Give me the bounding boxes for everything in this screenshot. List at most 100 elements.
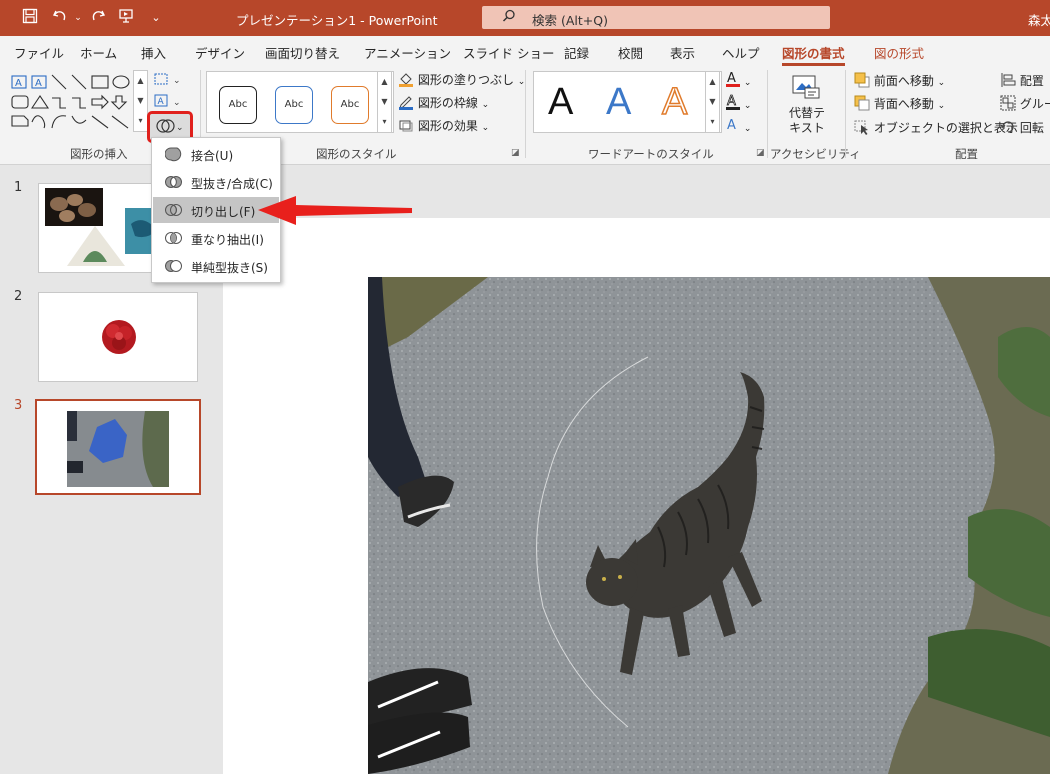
tab-animations[interactable]: アニメーション [364, 43, 451, 62]
tab-view[interactable]: 表示 [670, 43, 695, 62]
shape-outline-button[interactable]: 図形の枠線 ⌄ [398, 94, 489, 114]
slide-thumbnail-3[interactable] [35, 399, 201, 495]
menu-item-intersect-label: 重なり抽出(I) [191, 233, 264, 247]
text-outline-button[interactable]: A ⌄ [725, 93, 751, 113]
svg-text:A: A [727, 71, 736, 86]
tab-home[interactable]: ホーム [80, 43, 117, 62]
shape-style-gallery[interactable]: Abc Abc Abc [206, 71, 394, 133]
tab-help[interactable]: ヘルプ [722, 43, 760, 62]
customize-toolbar-icon[interactable]: ⌄ [146, 8, 166, 28]
user-name[interactable]: 森太 [1028, 10, 1050, 29]
svg-text:⌄: ⌄ [173, 76, 181, 86]
scroll-down-icon[interactable]: ▼ [134, 91, 147, 111]
scroll-up-icon[interactable]: ▲ [378, 72, 391, 92]
scroll-down-icon[interactable]: ▼ [378, 92, 391, 112]
scroll-up-icon[interactable]: ▲ [706, 72, 719, 92]
slide-thumbnail-2[interactable] [38, 292, 198, 382]
shape-gallery-scroll[interactable]: ▲ ▼ ▾ [133, 70, 148, 132]
redo-icon[interactable] [88, 8, 108, 28]
slide-number: 2 [14, 289, 23, 304]
send-backward-label: 背面へ移動 [873, 97, 934, 111]
fragment-icon [165, 202, 183, 218]
rotate-icon [1000, 119, 1016, 135]
align-button[interactable]: 配置 [1000, 72, 1044, 92]
send-backward-icon [854, 95, 870, 111]
group-separator [845, 70, 846, 158]
text-effects-button[interactable]: A ⌄ [725, 116, 751, 136]
text-fill-icon: A [725, 70, 741, 88]
wordart-gallery[interactable]: A A A [533, 71, 722, 133]
bring-forward-icon [854, 72, 870, 88]
title-bar: ⌄ ⌄ プレゼンテーション1 - PowerPoint 検索 (Alt+Q) 森… [0, 0, 1050, 36]
dialog-launcher-icon[interactable]: ◪ [756, 148, 765, 158]
menu-item-combine[interactable]: 型抜き/合成(C) [153, 169, 279, 195]
tab-record[interactable]: 記録 [564, 43, 589, 62]
style-thumb-blue[interactable]: Abc [275, 86, 313, 124]
alt-text-button[interactable]: 代替テ キスト [783, 72, 827, 144]
text-outline-icon: A [725, 93, 741, 111]
tab-slideshow[interactable]: スライド ショー [463, 43, 554, 62]
undo-dropdown-icon[interactable]: ⌄ [68, 8, 88, 28]
tab-shape-format[interactable]: 図形の書式 [782, 43, 845, 66]
search-input[interactable]: 検索 (Alt+Q) [482, 6, 830, 29]
wordart-gallery-scroll[interactable]: ▲ ▼ ▾ [705, 71, 720, 133]
present-icon[interactable] [116, 8, 136, 28]
tab-insert[interactable]: 挿入 [141, 43, 166, 62]
selection-pane-label: オブジェクトの選択と表示 [873, 121, 1018, 135]
union-icon [164, 146, 183, 162]
group-label-arrange: 配置 [955, 147, 978, 161]
shape-fill-button[interactable]: 図形の塗りつぶし ⌄ [398, 71, 525, 91]
bring-forward-label: 前面へ移動 [873, 74, 934, 88]
align-icon [1000, 72, 1016, 88]
wordart-black[interactable]: A [548, 80, 573, 124]
style-gallery-scroll[interactable]: ▲ ▼ ▾ [377, 71, 392, 133]
tab-transitions[interactable]: 画面切り替え [265, 43, 340, 62]
text-effects-icon: A [725, 116, 741, 134]
menu-item-subtract-label: 単純型抜き(S) [191, 261, 268, 275]
svg-text:⌄: ⌄ [173, 98, 181, 108]
tab-file[interactable]: ファイル [14, 43, 64, 62]
rotate-button[interactable]: 回転 [1000, 119, 1044, 139]
wordart-orange-outline[interactable]: A [661, 80, 688, 124]
scroll-up-icon[interactable]: ▲ [134, 71, 147, 91]
gallery-more-icon[interactable]: ▾ [378, 112, 391, 132]
svg-text:A: A [727, 94, 736, 109]
send-backward-button[interactable]: 背面へ移動 ⌄ [854, 95, 945, 115]
wordart-blue[interactable]: A [606, 80, 631, 124]
shape-effects-button[interactable]: 図形の効果 ⌄ [398, 117, 489, 137]
shape-outline-label: 図形の枠線 [417, 96, 478, 110]
shape-fill-label: 図形の塗りつぶし [417, 73, 514, 87]
dialog-launcher-icon[interactable]: ◪ [511, 148, 520, 158]
gallery-more-icon[interactable]: ▾ [706, 112, 719, 132]
menu-item-union-label: 接合(U) [191, 149, 234, 163]
text-fill-button[interactable]: A ⌄ [725, 70, 751, 90]
search-icon [502, 9, 516, 27]
effects-icon [398, 117, 414, 133]
menu-item-subtract[interactable]: 単純型抜き(S) [153, 253, 279, 279]
scroll-down-icon[interactable]: ▼ [706, 92, 719, 112]
svg-text:A: A [158, 97, 165, 107]
group-icon [1000, 95, 1016, 111]
style-thumb-orange[interactable]: Abc [331, 86, 369, 124]
group-separator [525, 70, 526, 158]
edit-shape-button[interactable]: ⌄ [153, 72, 183, 92]
style-thumb-black[interactable]: Abc [219, 86, 257, 124]
bring-forward-button[interactable]: 前面へ移動 ⌄ [854, 72, 945, 92]
cat-photo-image [368, 277, 1050, 774]
tab-design[interactable]: デザイン [195, 43, 245, 62]
tab-picture-format[interactable]: 図の形式 [874, 43, 924, 62]
tab-review[interactable]: 校閲 [618, 43, 643, 62]
gallery-more-icon[interactable]: ▾ [134, 111, 147, 131]
undo-icon[interactable] [50, 8, 70, 28]
shape-gallery-icons: A A [11, 74, 130, 129]
shape-gallery[interactable]: A A [10, 72, 146, 132]
group-label-accessibility: アクセシビリティ [770, 147, 861, 161]
alt-text-label-2: キスト [789, 121, 825, 135]
menu-item-union[interactable]: 接合(U) [153, 141, 279, 167]
cat-photo[interactable] [368, 277, 1050, 774]
group-button[interactable]: グルー [1000, 95, 1050, 115]
selection-pane-button[interactable]: オブジェクトの選択と表示 [854, 119, 1018, 139]
svg-text:A: A [727, 118, 736, 133]
save-icon[interactable] [20, 8, 40, 28]
document-title: プレゼンテーション1 - PowerPoint [236, 13, 438, 28]
